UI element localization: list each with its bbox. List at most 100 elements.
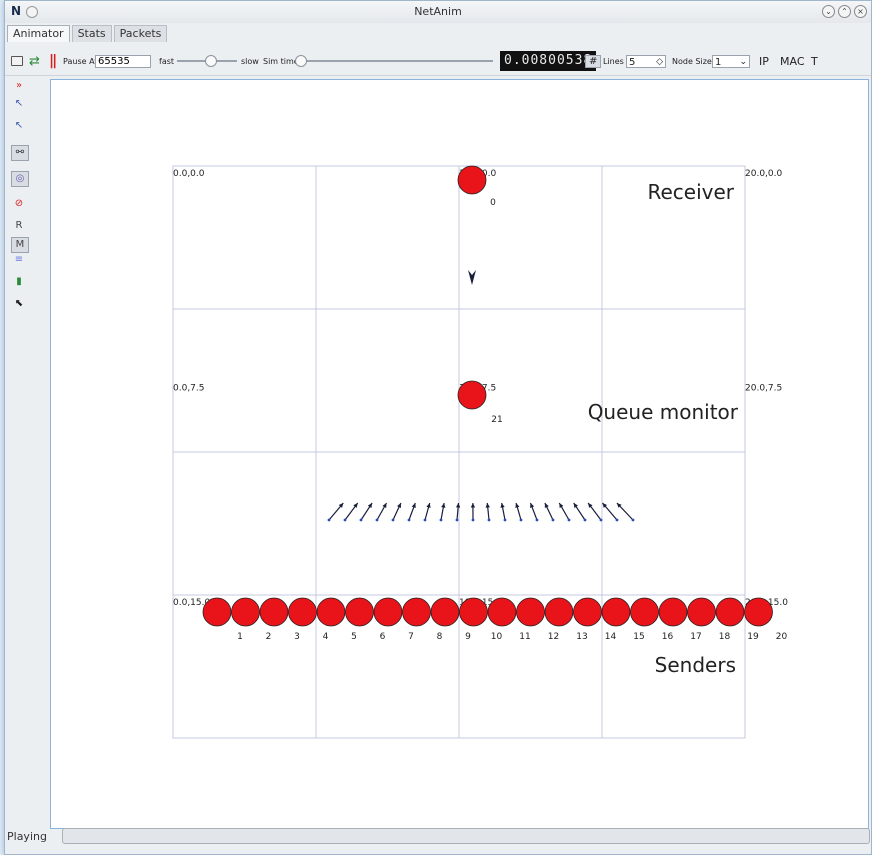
pause-button[interactable]: || bbox=[49, 47, 57, 75]
sim-time-slider[interactable] bbox=[295, 55, 493, 67]
mac-button[interactable]: MAC bbox=[780, 55, 805, 68]
slow-label: slow bbox=[241, 56, 259, 66]
sender-node[interactable] bbox=[744, 597, 773, 627]
r-tool[interactable]: R bbox=[11, 219, 27, 233]
node-id-label: 3 bbox=[294, 632, 300, 642]
annotation-queue-monitor: Queue monitor bbox=[588, 400, 739, 424]
sender-node[interactable] bbox=[516, 597, 545, 627]
packet-origin-dot bbox=[327, 518, 331, 522]
sender-node[interactable] bbox=[430, 597, 460, 627]
packet-arrowhead bbox=[500, 503, 505, 508]
list-icon[interactable]: ≡ bbox=[11, 253, 27, 267]
packet-origin-dot bbox=[503, 518, 507, 522]
grid-toggle-button[interactable]: # bbox=[585, 54, 602, 68]
pause-at-input[interactable] bbox=[95, 54, 151, 68]
animation-canvas[interactable]: 0.0,0.010.0,0.020.0,0.00.0,7.510.0,7.520… bbox=[50, 79, 869, 829]
sender-node[interactable] bbox=[573, 597, 602, 627]
battery-icon[interactable]: ▮ bbox=[11, 275, 27, 289]
close-button[interactable]: × bbox=[854, 5, 867, 18]
t-button[interactable]: T bbox=[811, 55, 818, 68]
sender-node[interactable] bbox=[202, 597, 232, 627]
node-id-label: 10 bbox=[491, 632, 503, 642]
node-id-label: 9 bbox=[465, 632, 471, 642]
node-id-label: 13 bbox=[576, 632, 587, 642]
pause-icon: || bbox=[49, 53, 57, 69]
sim-time-slider-handle[interactable] bbox=[295, 55, 307, 67]
node-size-select[interactable]: 1 ⌄ bbox=[712, 54, 750, 68]
tab-animator[interactable]: Animator bbox=[7, 25, 70, 42]
zoom-out-icon[interactable]: ↖ bbox=[11, 119, 27, 133]
lines-value: 5 bbox=[629, 56, 636, 68]
status-text: Playing bbox=[7, 830, 47, 843]
lines-label: Lines bbox=[603, 56, 624, 66]
node-id-label: 21 bbox=[491, 415, 502, 425]
node-id-label: 18 bbox=[719, 632, 731, 642]
sender-node[interactable] bbox=[544, 597, 574, 627]
packet-arrowhead bbox=[455, 503, 461, 508]
node-size-value: 1 bbox=[715, 56, 722, 68]
node-id-label: 4 bbox=[323, 632, 329, 642]
chevron-down-icon: ⌄ bbox=[739, 56, 747, 67]
no-entry-icon[interactable]: ⊘ bbox=[11, 197, 27, 211]
packet-origin-dot bbox=[359, 518, 363, 522]
reload-icon: ⇄ bbox=[29, 53, 40, 69]
node-id-label: 15 bbox=[633, 632, 644, 642]
play-icon[interactable]: » bbox=[11, 79, 27, 93]
speed-slider[interactable] bbox=[177, 55, 237, 67]
packet-origin-dot bbox=[519, 518, 523, 522]
sender-node[interactable] bbox=[687, 597, 716, 627]
spin-icon: ◇ bbox=[656, 56, 663, 67]
annotation-senders: Senders bbox=[655, 653, 736, 677]
node-id-label: 19 bbox=[747, 632, 759, 642]
maximize-button[interactable]: ⌃ bbox=[838, 5, 851, 18]
packet-origin-dot bbox=[471, 518, 475, 522]
grid-coordinate-label: 0.0,0.0 bbox=[173, 169, 205, 179]
packet-origin-dot bbox=[567, 518, 571, 522]
node-id-label: 7 bbox=[408, 632, 414, 642]
speed-slider-handle[interactable] bbox=[205, 55, 217, 67]
grid-coordinate-label: 20.0,7.5 bbox=[745, 384, 782, 394]
sender-node[interactable] bbox=[288, 597, 317, 627]
sender-node[interactable] bbox=[402, 597, 431, 627]
packet-origin-dot bbox=[615, 518, 619, 522]
node-id-label: 17 bbox=[690, 632, 701, 642]
node-id-label: 11 bbox=[519, 632, 530, 642]
sender-node[interactable] bbox=[459, 597, 488, 627]
m-tool[interactable]: M bbox=[11, 237, 29, 253]
sender-node[interactable] bbox=[259, 597, 289, 627]
link-icon[interactable]: ⚯ bbox=[11, 145, 29, 161]
fast-label: fast bbox=[159, 56, 175, 66]
tab-bar: Animator Stats Packets bbox=[7, 25, 168, 42]
packet-arrowhead bbox=[470, 503, 476, 508]
sender-node[interactable] bbox=[715, 597, 745, 627]
receiver-node[interactable] bbox=[457, 165, 487, 195]
sender-node[interactable] bbox=[630, 597, 659, 627]
window-title: NetAnim bbox=[414, 5, 462, 18]
minimize-button[interactable]: ⌄ bbox=[822, 5, 835, 18]
open-file-button[interactable] bbox=[11, 47, 23, 75]
sender-node[interactable] bbox=[345, 597, 374, 627]
sender-node[interactable] bbox=[487, 597, 517, 627]
sim-time-label: Sim time bbox=[263, 56, 299, 66]
grid-coordinate-label: 20.0,0.0 bbox=[745, 169, 782, 179]
lines-spinbox[interactable]: 5 ◇ bbox=[626, 54, 666, 68]
netanim-window: N NetAnim ⌄ ⌃ × Animator Stats Packets ⇄… bbox=[4, 0, 872, 855]
queue-monitor-node[interactable] bbox=[457, 380, 487, 410]
progress-bar bbox=[62, 828, 870, 844]
cursor-icon[interactable]: ⬉ bbox=[11, 297, 27, 311]
fingerprint-icon[interactable]: ◎ bbox=[11, 171, 29, 187]
sender-node[interactable] bbox=[231, 597, 260, 627]
zoom-in-icon[interactable]: ↖ bbox=[11, 97, 27, 111]
ip-button[interactable]: IP bbox=[759, 55, 769, 68]
packet-origin-dot bbox=[551, 518, 555, 522]
tab-stats[interactable]: Stats bbox=[71, 25, 112, 42]
node-id-label: 8 bbox=[437, 632, 443, 642]
sender-node[interactable] bbox=[373, 597, 403, 627]
packet-origin-dot bbox=[423, 518, 427, 522]
sender-node[interactable] bbox=[601, 597, 631, 627]
sender-node[interactable] bbox=[658, 597, 688, 627]
node-id-label: 12 bbox=[548, 632, 559, 642]
reload-button[interactable]: ⇄ bbox=[29, 47, 40, 75]
sender-node[interactable] bbox=[316, 597, 346, 627]
tab-packets[interactable]: Packets bbox=[113, 25, 168, 42]
